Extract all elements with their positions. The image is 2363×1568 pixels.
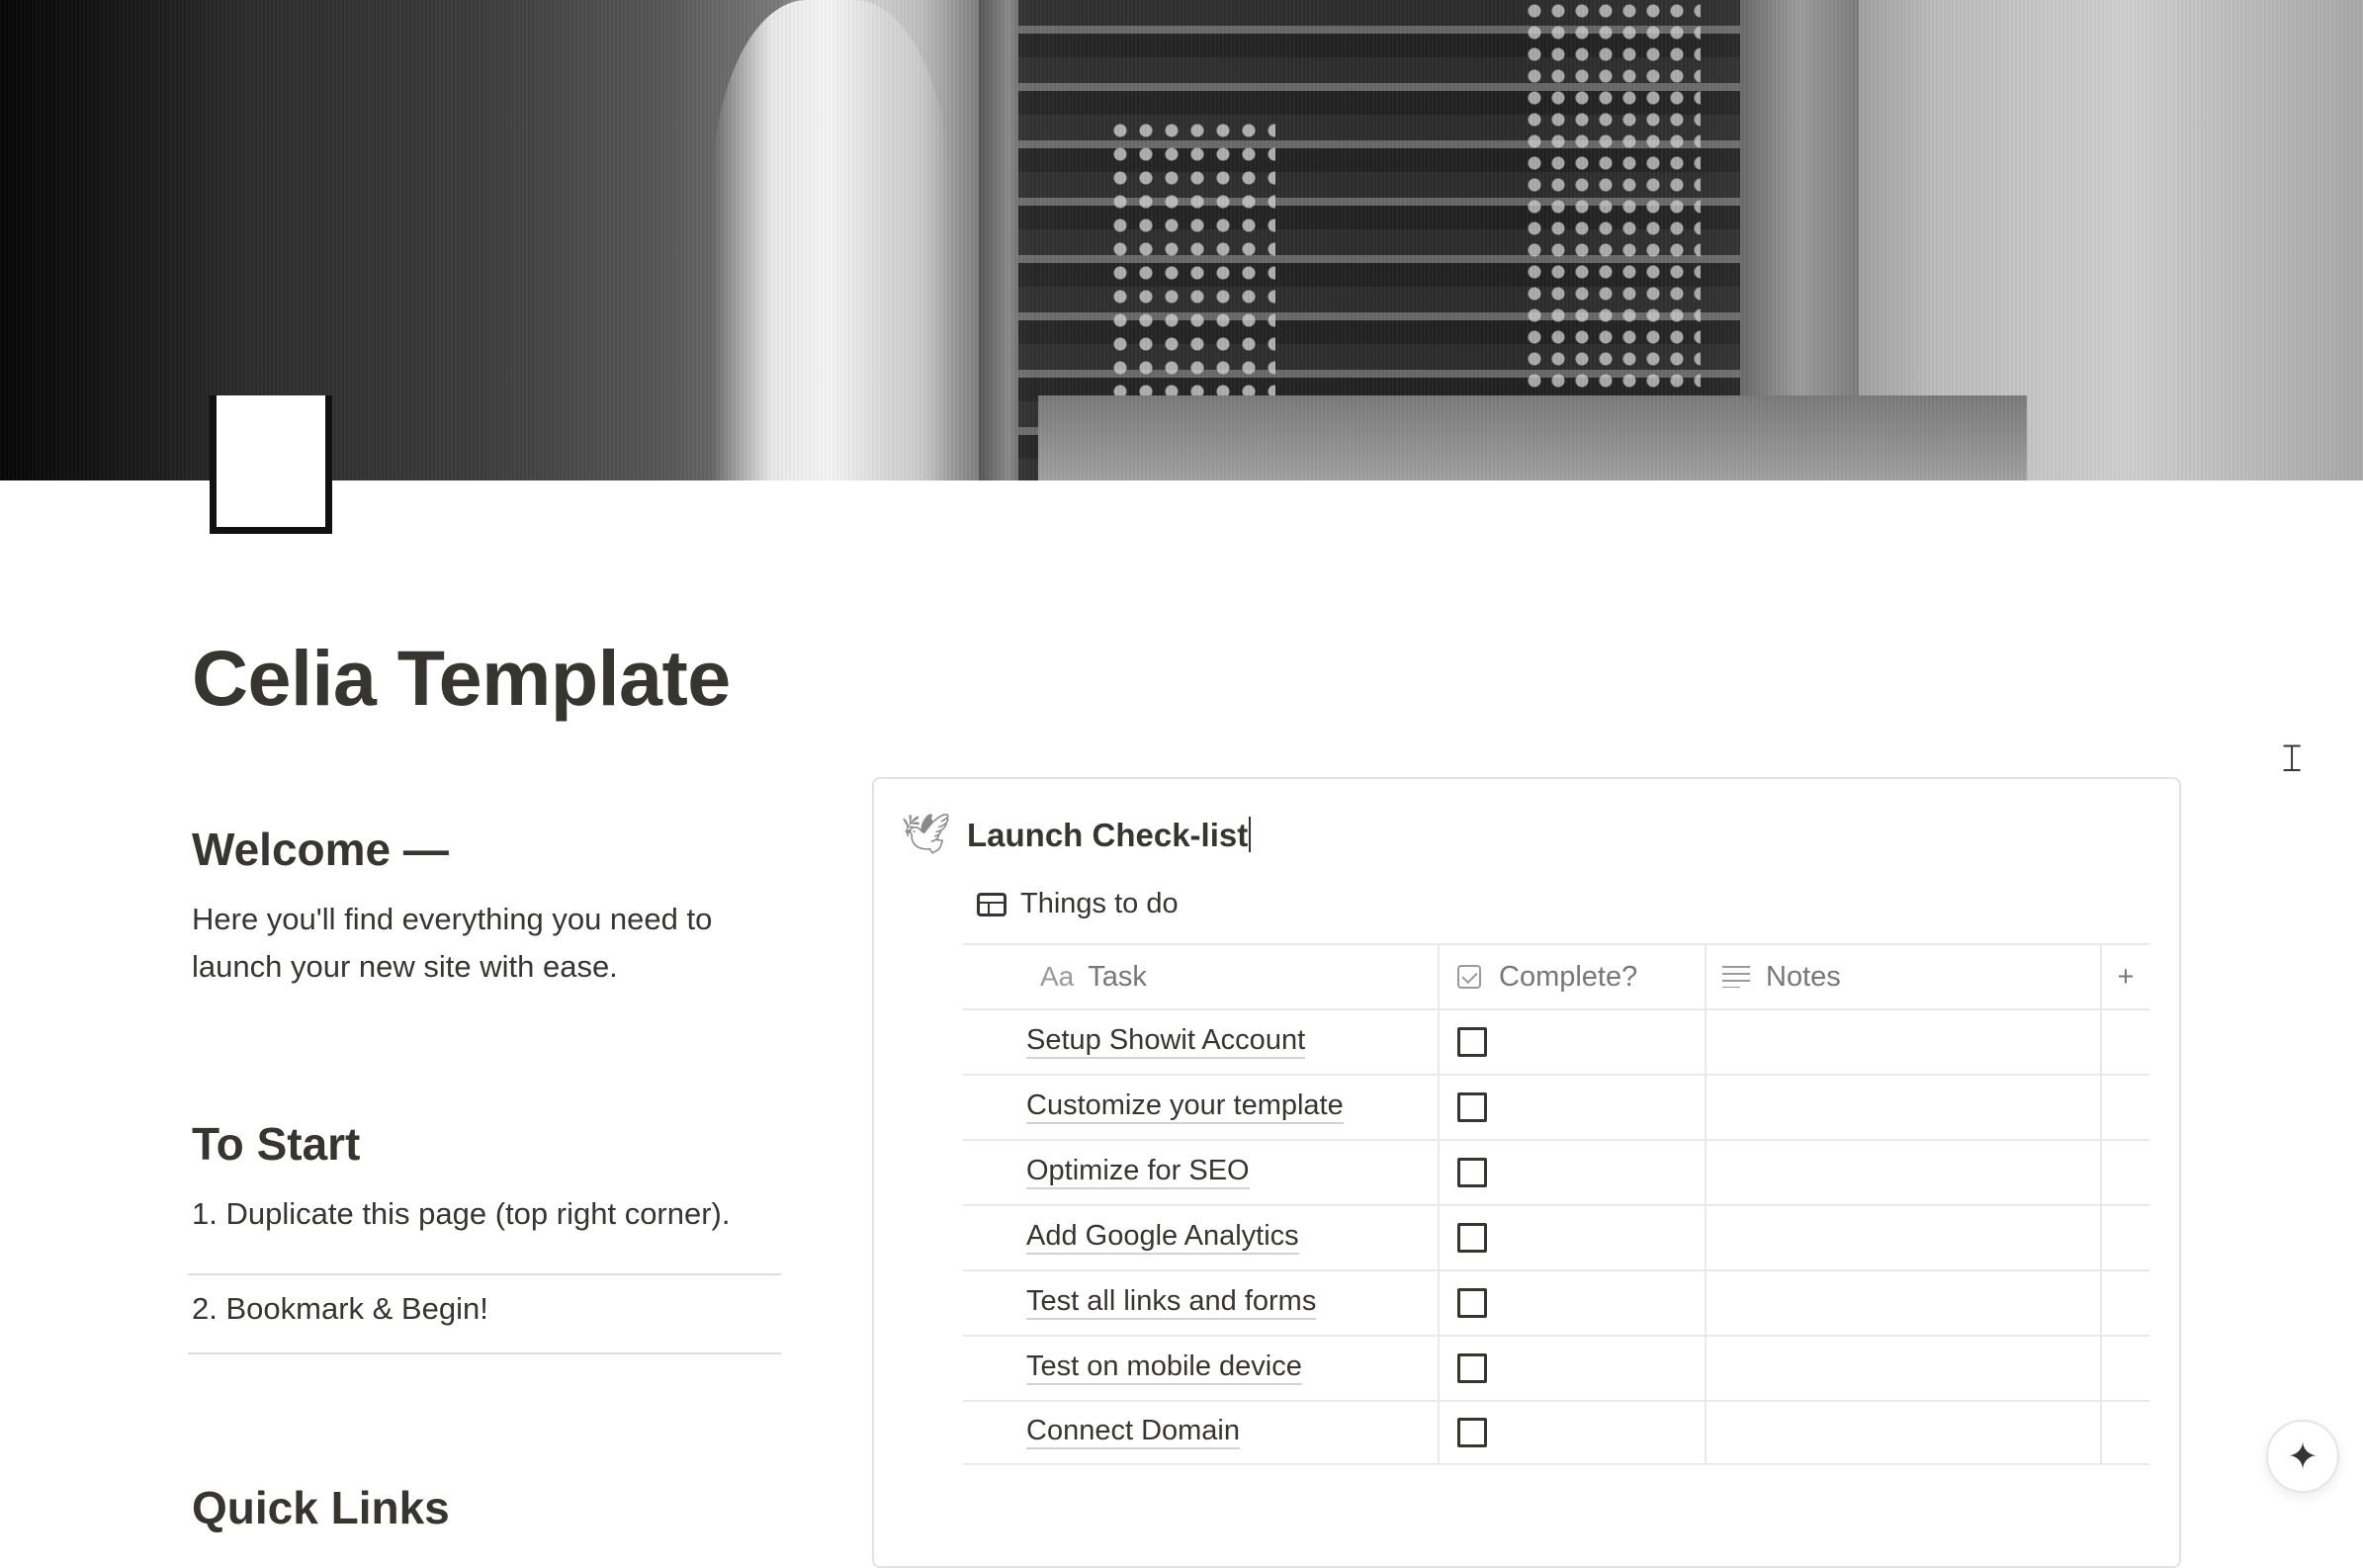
table-row: Setup Showit Account — [963, 1008, 2149, 1074]
complete-cell — [1440, 1206, 1707, 1269]
task-cell[interactable]: Optimize for SEO — [963, 1141, 1440, 1204]
notes-cell[interactable] — [1707, 1206, 2102, 1269]
complete-checkbox[interactable] — [1457, 1418, 1487, 1447]
complete-cell — [1440, 1076, 1707, 1139]
task-title[interactable]: Test on mobile device — [1026, 1350, 1302, 1385]
task-cell[interactable]: Add Google Analytics — [963, 1206, 1440, 1269]
table-header-row: Aa Task Complete? Notes + — [963, 943, 2149, 1008]
view-tab-things-to-do[interactable]: Things to do — [977, 888, 1179, 920]
complete-cell — [1440, 1010, 1707, 1074]
empty-cell — [2102, 1271, 2149, 1335]
table-row: Optimize for SEO — [963, 1139, 2149, 1204]
quick-links-heading: Quick Links — [192, 1482, 450, 1533]
task-cell[interactable]: Connect Domain — [963, 1402, 1440, 1463]
view-tab-label: Things to do — [1020, 888, 1179, 919]
table-icon — [977, 892, 1006, 916]
notes-cell[interactable] — [1707, 1141, 2102, 1204]
empty-cell — [2102, 1010, 2149, 1074]
task-cell[interactable]: Test all links and forms — [963, 1271, 1440, 1335]
add-property-button[interactable]: + — [2102, 945, 2149, 1008]
task-cell[interactable]: Test on mobile device — [963, 1337, 1440, 1400]
task-cell[interactable]: Setup Showit Account — [963, 1010, 1440, 1074]
text-property-icon: Aa — [1040, 961, 1075, 992]
table-row: Test all links and forms — [963, 1269, 2149, 1335]
task-title[interactable]: Connect Domain — [1026, 1415, 1240, 1449]
complete-cell — [1440, 1271, 1707, 1335]
column-header-task[interactable]: Aa Task — [963, 945, 1440, 1008]
empty-cell — [2102, 1206, 2149, 1269]
column-header-label: Complete? — [1499, 960, 1638, 993]
launch-checklist-database: 🕊 Launch Check-list Things to do Aa Task… — [872, 777, 2181, 1568]
empty-cell — [2102, 1402, 2149, 1463]
complete-cell — [1440, 1141, 1707, 1204]
notes-cell[interactable] — [1707, 1402, 2102, 1463]
table-row: Test on mobile device — [963, 1335, 2149, 1400]
complete-cell — [1440, 1337, 1707, 1400]
column-header-label: Task — [1088, 960, 1147, 993]
column-header-label: Notes — [1766, 960, 1841, 993]
complete-checkbox[interactable] — [1457, 1158, 1487, 1187]
text-cursor-icon: 𝙸 — [2278, 736, 2307, 781]
page-title[interactable]: Celia Template — [192, 633, 731, 724]
task-title[interactable]: Setup Showit Account — [1026, 1024, 1306, 1059]
empty-cell — [2102, 1337, 2149, 1400]
column-header-notes[interactable]: Notes — [1707, 945, 2102, 1008]
task-title[interactable]: Test all links and forms — [1026, 1285, 1317, 1320]
dove-icon[interactable]: 🕊 — [901, 811, 951, 857]
page-icon[interactable] — [210, 395, 332, 534]
notes-cell[interactable] — [1707, 1076, 2102, 1139]
welcome-text: Here you'll find everything you need to … — [192, 902, 713, 984]
notes-cell[interactable] — [1707, 1271, 2102, 1335]
task-cell[interactable]: Customize your template — [963, 1076, 1440, 1139]
table-row: Add Google Analytics — [963, 1204, 2149, 1269]
notes-cell[interactable] — [1707, 1010, 2102, 1074]
table-row: Connect Domain — [963, 1400, 2149, 1465]
task-title[interactable]: Customize your template — [1026, 1089, 1344, 1124]
complete-checkbox[interactable] — [1457, 1223, 1487, 1253]
text-lines-icon — [1722, 966, 1750, 988]
task-title[interactable]: Add Google Analytics — [1026, 1220, 1299, 1255]
database-title[interactable]: Launch Check-list — [967, 817, 1252, 854]
complete-cell — [1440, 1402, 1707, 1463]
complete-checkbox[interactable] — [1457, 1353, 1487, 1383]
complete-checkbox[interactable] — [1457, 1027, 1487, 1057]
page-cover-image — [0, 0, 2363, 480]
to-start-item: 2. Bookmark & Begin! — [188, 1262, 781, 1354]
welcome-heading: Welcome — — [192, 824, 449, 875]
column-header-complete[interactable]: Complete? — [1440, 945, 1707, 1008]
checkbox-property-icon — [1457, 965, 1481, 989]
task-title[interactable]: Optimize for SEO — [1026, 1155, 1250, 1189]
empty-cell — [2102, 1076, 2149, 1139]
notes-cell[interactable] — [1707, 1337, 2102, 1400]
empty-cell — [2102, 1141, 2149, 1204]
checklist-table: Aa Task Complete? Notes + Setup Showit A… — [963, 943, 2149, 1465]
text-caret — [1249, 817, 1252, 852]
complete-checkbox[interactable] — [1457, 1092, 1487, 1122]
to-start-heading: To Start — [192, 1118, 361, 1170]
complete-checkbox[interactable] — [1457, 1288, 1487, 1318]
table-row: Customize your template — [963, 1074, 2149, 1139]
sparkle-icon[interactable]: ✦ — [2266, 1420, 2339, 1493]
